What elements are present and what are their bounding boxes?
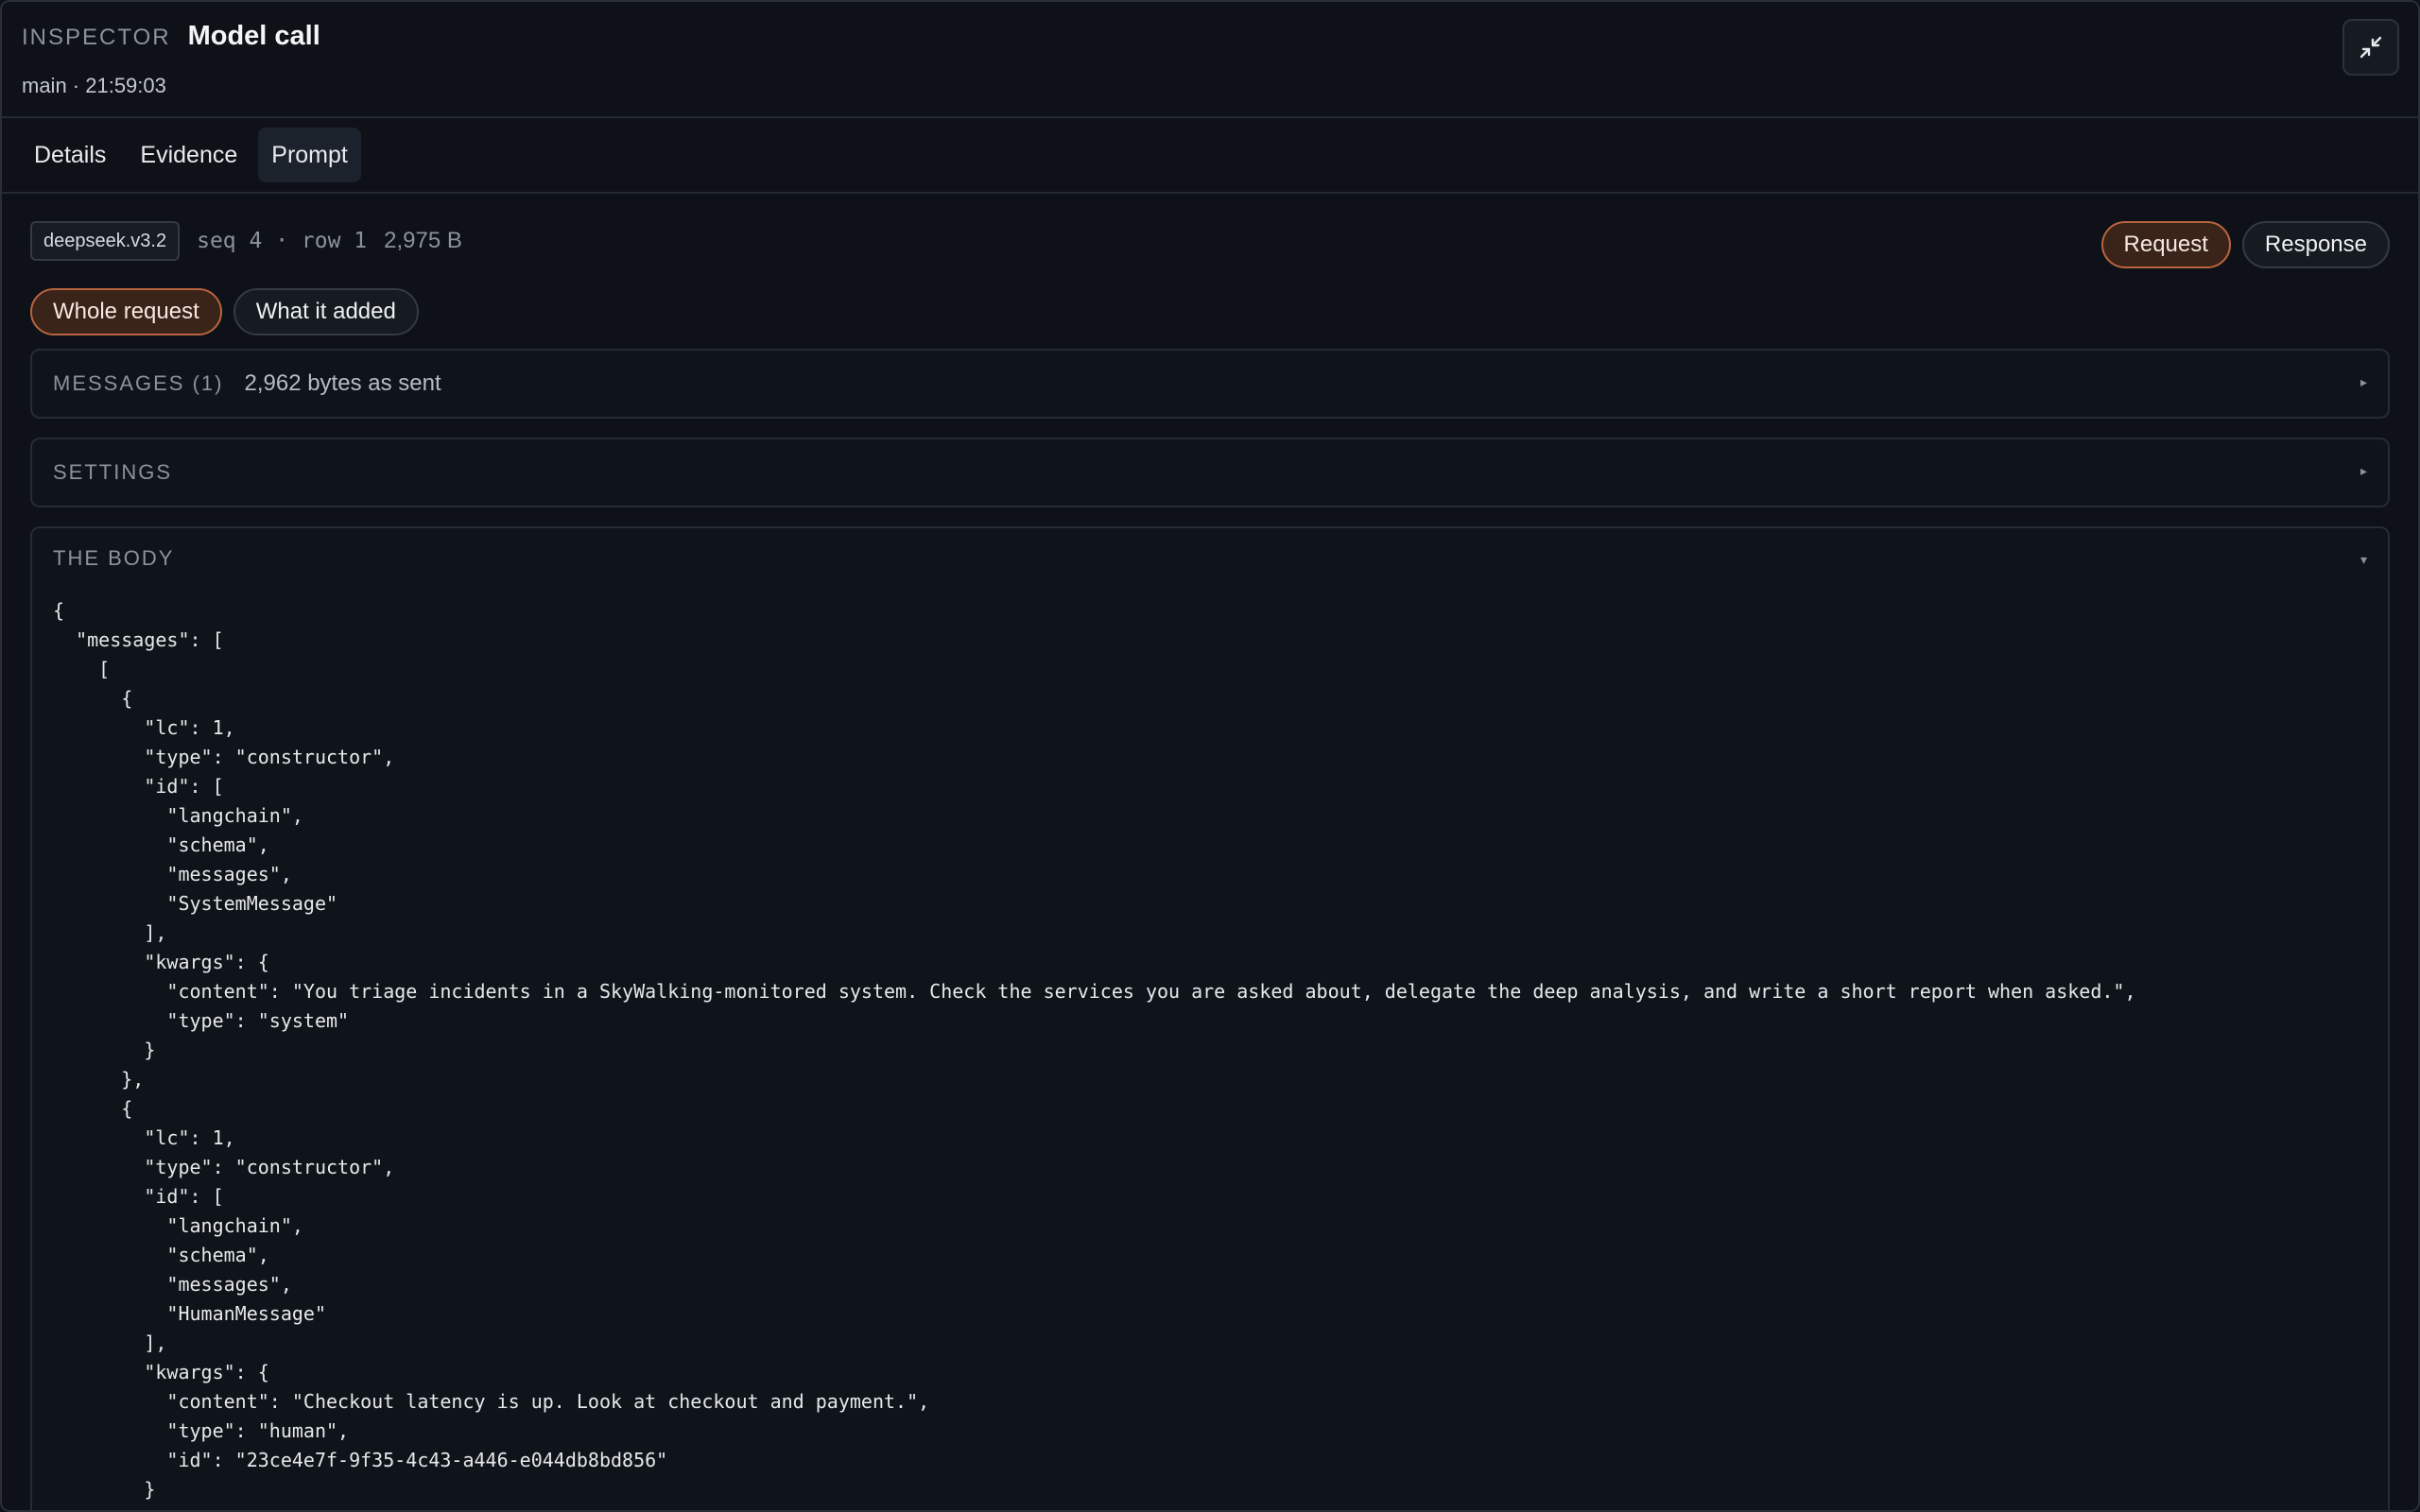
body-section: THE BODY ▾ { "messages": [ [ { "lc": 1, …: [30, 526, 2390, 1510]
what-it-added-button[interactable]: What it added: [233, 288, 419, 335]
collapse-button[interactable]: [2342, 19, 2399, 76]
tab-details[interactable]: Details: [21, 128, 119, 182]
model-badge: deepseek.v3.2: [30, 221, 181, 261]
body-section-header[interactable]: THE BODY: [32, 528, 2388, 589]
messages-section-label: MESSAGES (1): [53, 371, 224, 395]
expand-caret-icon: ▸: [2360, 463, 2367, 478]
call-subtitle: main · 21:59:03: [22, 74, 166, 97]
settings-section[interactable]: SETTINGS ▸: [30, 438, 2390, 507]
tab-prompt[interactable]: Prompt: [258, 128, 361, 182]
request-body-json: { "messages": [ [ { "lc": 1, "type": "co…: [53, 599, 2136, 1501]
body-section-label: THE BODY: [53, 546, 175, 570]
collapse-arrows-icon: [2360, 36, 2382, 59]
messages-section-header[interactable]: MESSAGES (1) 2,962 bytes as sent: [32, 351, 2388, 417]
messages-byte-count: 2,962 bytes as sent: [244, 370, 441, 396]
collapse-caret-icon: ▾: [2360, 552, 2367, 567]
request-response-toggle: Request Response: [2100, 221, 2390, 268]
whole-request-button[interactable]: Whole request: [30, 288, 222, 335]
inspector-window: INSPECTOR Model call main · 21:59:03 Det…: [0, 0, 2420, 1512]
request-button[interactable]: Request: [2100, 221, 2231, 268]
scope-toggle: Whole request What it added: [30, 288, 2390, 341]
page-title: Model call: [187, 21, 320, 51]
size-label: 2,975 B: [384, 228, 462, 253]
call-meta-row: deepseek.v3.2 seq 4 · row 1 2,975 B Requ…: [30, 194, 2390, 288]
expand-caret-icon: ▸: [2360, 374, 2367, 389]
title-row: INSPECTOR Model call: [22, 21, 320, 52]
prompt-content: deepseek.v3.2 seq 4 · row 1 2,975 B Requ…: [2, 194, 2418, 1510]
inspector-header: INSPECTOR Model call main · 21:59:03: [2, 2, 2418, 118]
tab-evidence[interactable]: Evidence: [127, 128, 251, 182]
messages-section[interactable]: MESSAGES (1) 2,962 bytes as sent ▸: [30, 349, 2390, 419]
inspector-eyebrow: INSPECTOR: [22, 25, 171, 50]
response-button[interactable]: Response: [2241, 221, 2390, 268]
settings-section-label: SETTINGS: [53, 460, 173, 484]
inspector-tabs: Details Evidence Prompt: [2, 118, 2418, 194]
sequence-label: seq 4 · row 1: [197, 229, 368, 253]
settings-section-header[interactable]: SETTINGS: [32, 439, 2388, 506]
